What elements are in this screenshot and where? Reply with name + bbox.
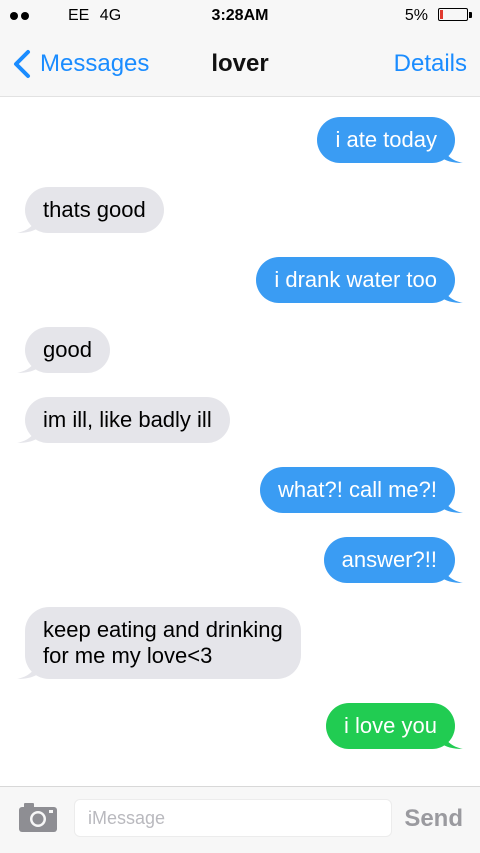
battery-tip: [469, 12, 472, 18]
bubble-tail: [441, 141, 463, 163]
camera-icon[interactable]: [18, 801, 58, 833]
chevron-left-icon: [14, 50, 30, 78]
navigation-bar: Messages lover Details: [0, 32, 480, 97]
message-bubble-sent[interactable]: i ate today: [317, 117, 463, 163]
message-bubble-received[interactable]: im ill, like badly ill: [17, 397, 230, 443]
message-text: i ate today: [335, 127, 437, 152]
message-bubble-sent[interactable]: what?! call me?!: [260, 467, 463, 513]
message-text: i drank water too: [274, 267, 437, 292]
bubble-tail: [17, 351, 39, 373]
bubble-tail: [17, 211, 39, 233]
bubble-tail: [441, 727, 463, 749]
message-text: answer?!!: [341, 547, 437, 572]
send-button[interactable]: Send: [404, 805, 463, 833]
message-bubble-received[interactable]: keep eating and drinking for me my love<…: [17, 607, 301, 679]
battery-icon: [438, 8, 468, 21]
message-text: im ill, like badly ill: [43, 407, 212, 432]
message-bubble-sent-sms[interactable]: i love you: [326, 703, 463, 749]
battery-level-fill: [440, 10, 443, 19]
message-text: thats good: [43, 197, 146, 222]
message-bubble-sent[interactable]: answer?!!: [323, 537, 463, 583]
message-text: i love you: [344, 713, 437, 738]
bubble-tail: [441, 281, 463, 303]
message-text: what?! call me?!: [278, 477, 437, 502]
message-bubble-sent[interactable]: i drank water too: [256, 257, 463, 303]
message-text: good: [43, 337, 92, 362]
message-bubble-received[interactable]: thats good: [17, 187, 164, 233]
details-button[interactable]: Details: [394, 50, 467, 78]
back-button[interactable]: Messages: [10, 48, 149, 80]
bubble-tail: [441, 561, 463, 583]
bubble-tail: [441, 491, 463, 513]
bubble-tail: [17, 657, 39, 679]
back-button-label: Messages: [40, 50, 150, 77]
message-text: keep eating and drinking for me my love<…: [43, 617, 283, 668]
message-bubble-received[interactable]: good: [17, 327, 110, 373]
battery-percent: 5%: [404, 7, 428, 24]
status-bar: EE 4G 3:28AM 5%: [0, 0, 480, 32]
bubble-tail: [17, 421, 39, 443]
message-input-bar: Send: [0, 786, 480, 853]
message-input[interactable]: [74, 799, 392, 837]
